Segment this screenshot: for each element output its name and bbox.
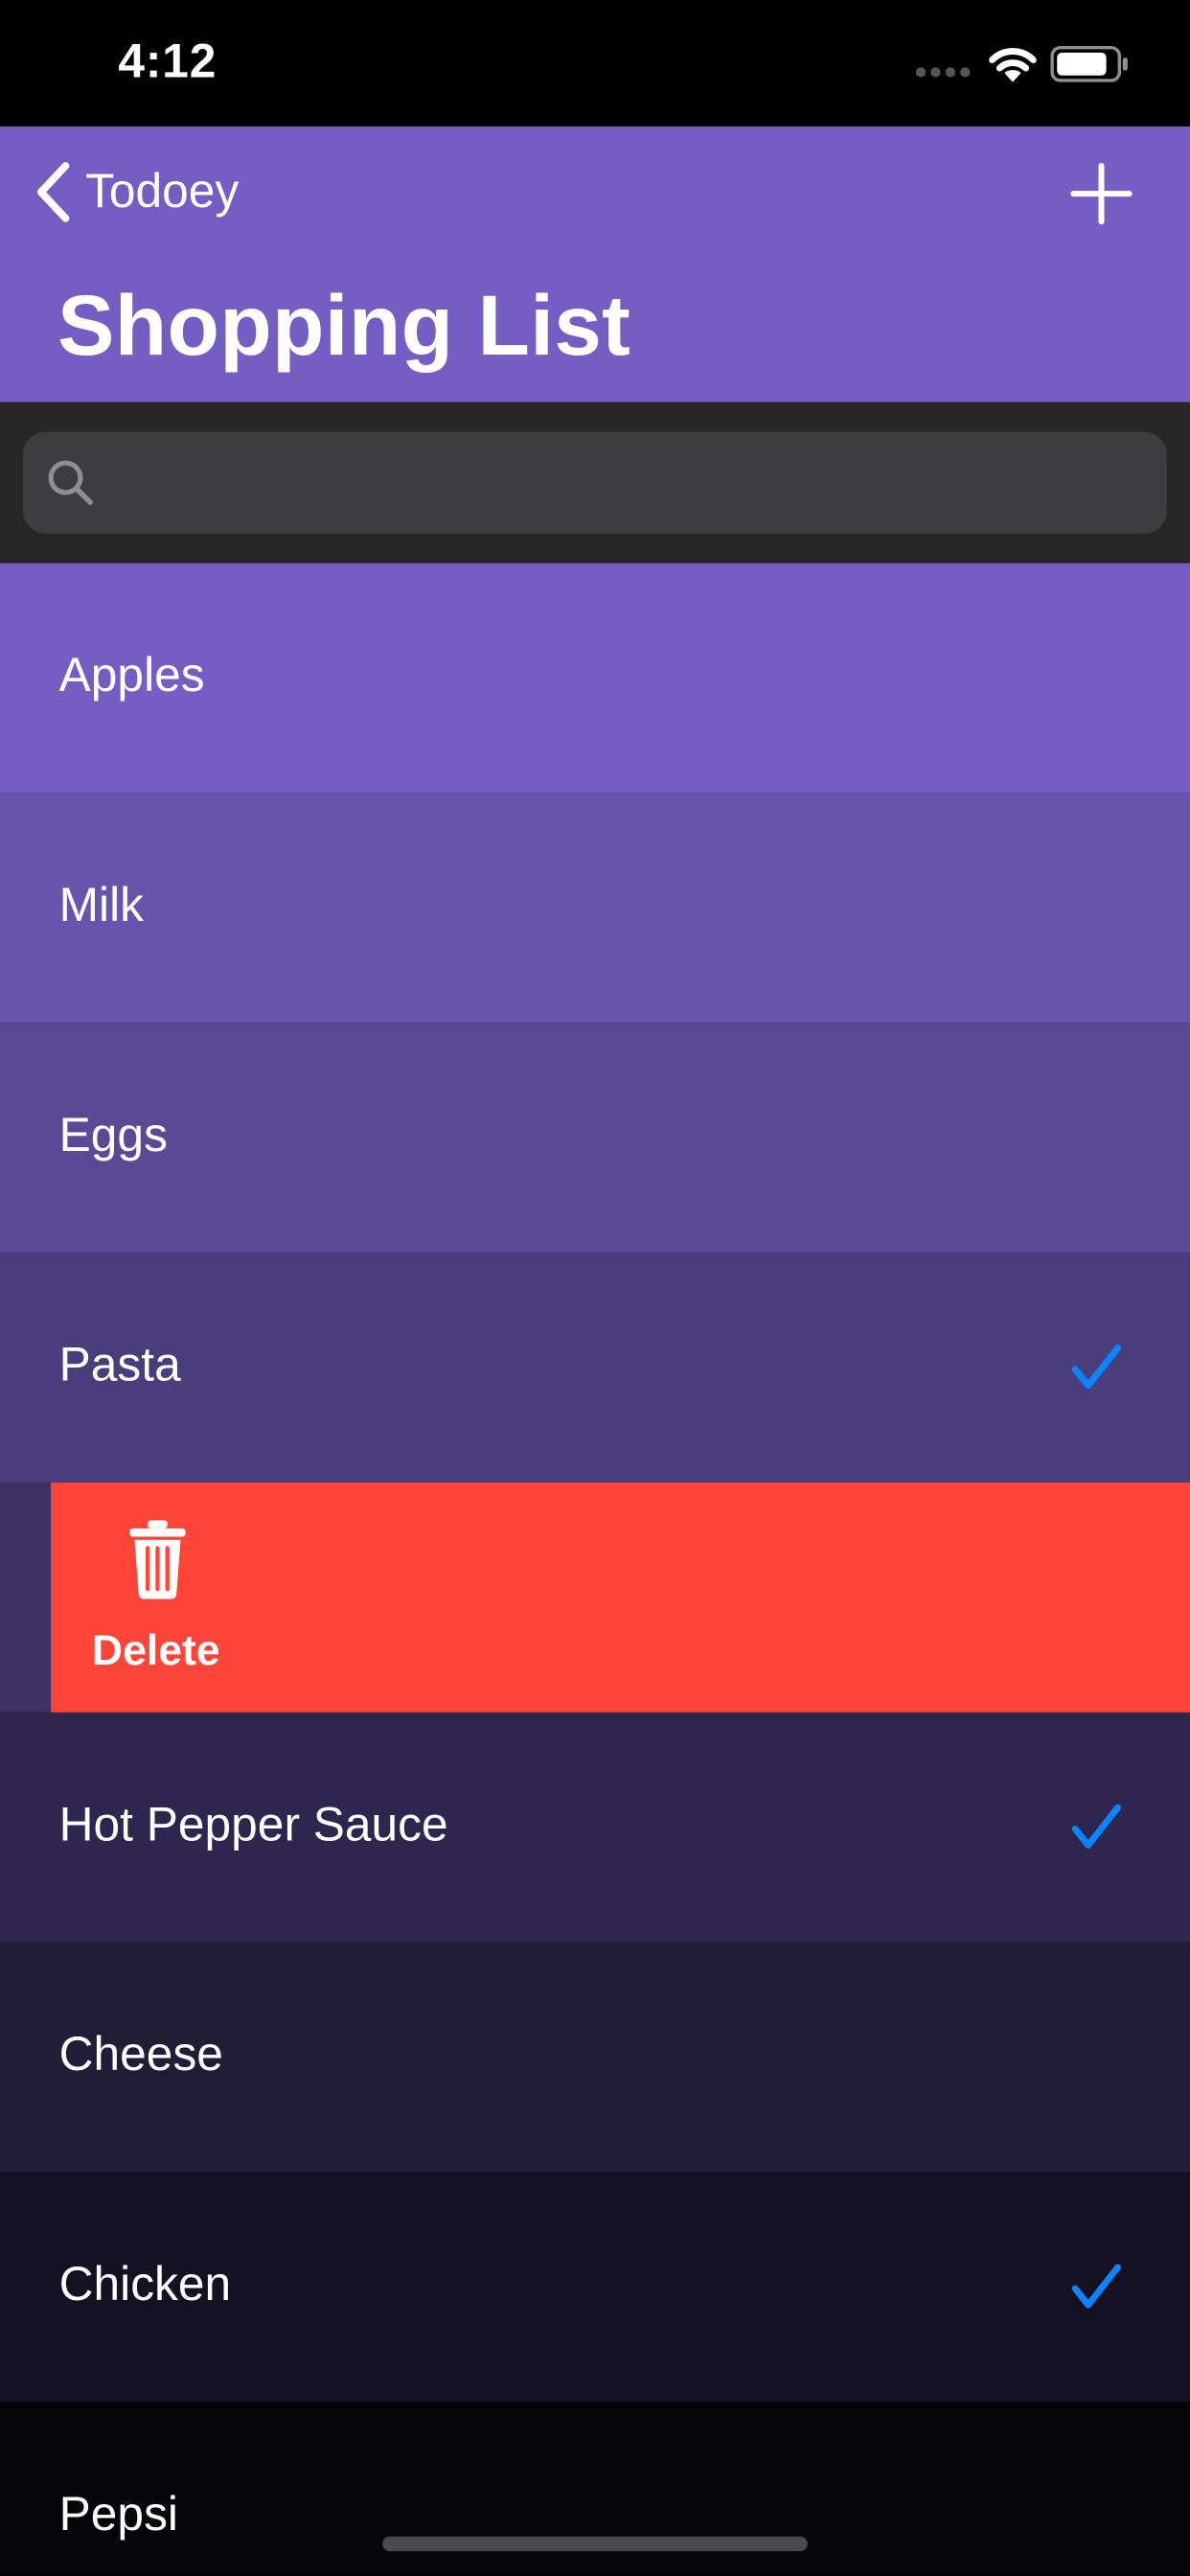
- back-button[interactable]: Todoey: [33, 159, 239, 225]
- list-item[interactable]: Apples: [0, 563, 1190, 794]
- wifi-icon: [989, 48, 1037, 82]
- list-item[interactable]: Pasta: [0, 1253, 1190, 1483]
- chevron-left-icon: [36, 162, 70, 222]
- trash-icon: [129, 1520, 186, 1599]
- delete-button[interactable]: Delete: [51, 1482, 1190, 1713]
- home-indicator[interactable]: [382, 2536, 808, 2552]
- list-item[interactable]: Cheese: [0, 1942, 1190, 2173]
- item-label: Milk: [58, 880, 144, 933]
- back-button-label: Todoey: [85, 165, 240, 218]
- add-icon[interactable]: [1067, 159, 1136, 228]
- cellular-signal-icon: [915, 67, 971, 78]
- search-input[interactable]: [114, 431, 1139, 538]
- app-screen: 4:12 Todoey Shopping List Apples Milk Eg…: [0, 0, 1190, 2575]
- search-field[interactable]: [22, 431, 1168, 538]
- item-label: Pepsi: [58, 2489, 178, 2542]
- checkmark-icon: [1071, 1345, 1122, 1390]
- page-title: Shopping List: [57, 279, 631, 375]
- item-label: Cheese: [58, 2029, 223, 2082]
- item-label: Apples: [58, 650, 205, 703]
- search-icon: [48, 460, 93, 505]
- status-bar: 4:12: [0, 0, 1190, 126]
- checkmark-icon: [1071, 2264, 1122, 2309]
- checkmark-icon: [1071, 1804, 1122, 1849]
- list-item[interactable]: Eggs: [0, 1023, 1190, 1254]
- list-item[interactable]: Hot Pepper Sauce: [0, 1712, 1190, 1943]
- list-item[interactable]: Chicken: [0, 2172, 1190, 2403]
- item-label: Eggs: [58, 1110, 168, 1162]
- list-item[interactable]: Milk: [0, 793, 1190, 1024]
- delete-label: Delete: [91, 1624, 220, 1675]
- item-label: Hot Pepper Sauce: [58, 1799, 448, 1852]
- navigation-bar: Todoey Shopping List: [0, 126, 1190, 402]
- item-label: Pasta: [58, 1339, 181, 1392]
- status-time: 4:12: [118, 35, 217, 89]
- battery-icon: [1050, 45, 1128, 82]
- item-label: Chicken: [58, 2259, 232, 2312]
- search-bar: [0, 402, 1190, 564]
